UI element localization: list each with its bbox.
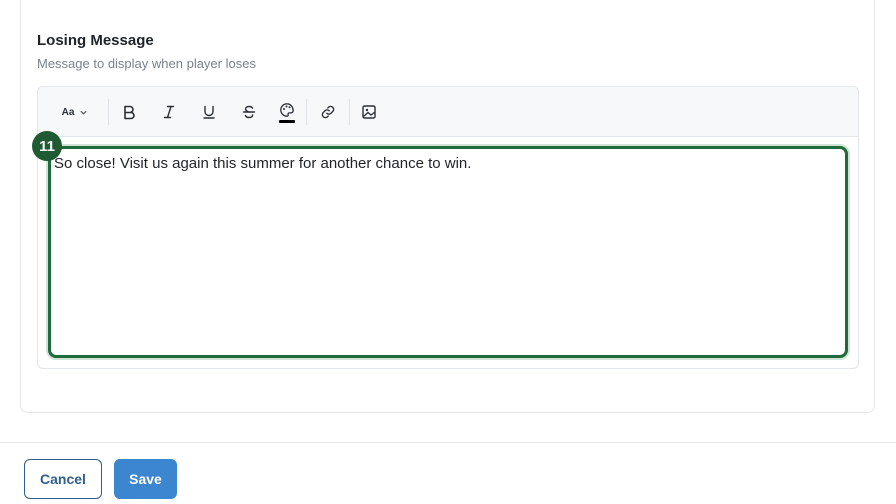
editor-content[interactable]: So close! Visit us again this summer for… xyxy=(54,155,471,172)
image-button[interactable] xyxy=(358,99,380,125)
field-label: Losing Message xyxy=(37,32,154,49)
underline-button[interactable] xyxy=(198,99,220,125)
cancel-button[interactable]: Cancel xyxy=(24,459,102,499)
link-button[interactable] xyxy=(317,99,339,125)
message-textarea[interactable]: So close! Visit us again this summer for… xyxy=(48,146,848,358)
font-size-button[interactable]: Aa xyxy=(56,99,94,125)
text-color-swatch xyxy=(279,119,295,123)
save-button[interactable]: Save xyxy=(114,459,177,499)
footer-divider xyxy=(0,442,896,443)
italic-button[interactable] xyxy=(158,99,180,125)
underline-icon xyxy=(201,104,217,120)
step-badge: 11 xyxy=(32,131,62,161)
font-size-label: Aa xyxy=(61,106,75,118)
image-icon xyxy=(361,104,377,120)
bold-icon xyxy=(121,104,137,120)
toolbar-divider xyxy=(306,99,307,125)
link-icon xyxy=(320,104,336,120)
italic-icon xyxy=(161,104,177,120)
bold-button[interactable] xyxy=(118,99,140,125)
field-description: Message to display when player loses xyxy=(37,56,256,71)
toolbar-divider xyxy=(349,99,350,125)
strikethrough-icon xyxy=(241,104,257,120)
strikethrough-button[interactable] xyxy=(238,99,260,125)
editor-toolbar: Aa xyxy=(38,87,858,137)
palette-icon xyxy=(279,102,295,118)
chevron-down-icon xyxy=(79,108,88,117)
toolbar-divider xyxy=(108,99,109,125)
text-color-button[interactable] xyxy=(276,99,298,125)
